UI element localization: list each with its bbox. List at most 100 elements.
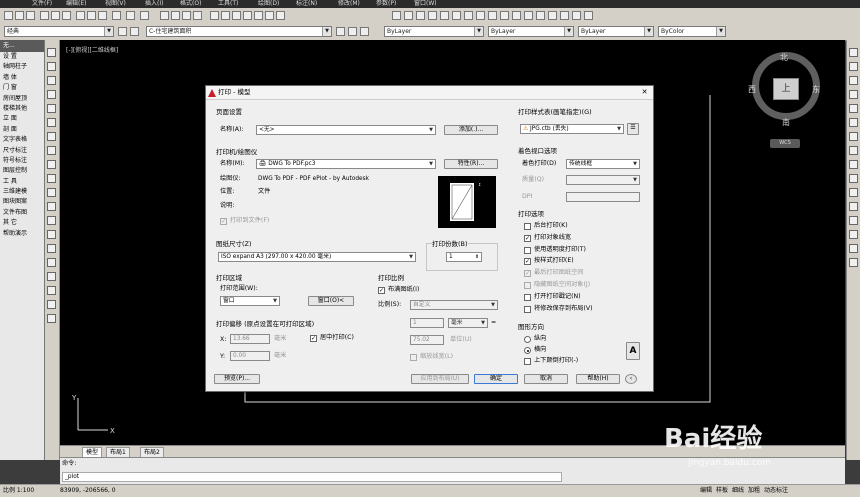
region-icon[interactable] [47, 272, 56, 281]
polyline-icon[interactable] [47, 76, 56, 85]
palette-item-elevation[interactable]: 立 面 [0, 114, 44, 124]
publish-icon[interactable] [62, 11, 71, 20]
palette-item-axis[interactable]: 轴网柱子 [0, 62, 44, 72]
scale-denominator-input[interactable]: 75.02 [410, 335, 444, 345]
plot-option-checkbox[interactable]: ✓ [524, 270, 531, 278]
plot-option-checkbox[interactable] [524, 282, 531, 289]
dim-ordinate-icon[interactable] [428, 11, 437, 20]
quality-select[interactable]: ▼ [566, 175, 640, 185]
zoom-previous-icon[interactable] [193, 11, 202, 20]
dim-aligned-icon[interactable] [404, 11, 413, 20]
plot-option-checkbox[interactable] [524, 293, 531, 301]
properties-icon[interactable] [210, 11, 219, 20]
dim-baseline-icon[interactable] [500, 11, 509, 20]
palette-item-layer-control[interactable]: 图层控制 [0, 166, 44, 176]
dialog-titlebar[interactable]: 打印 - 模型 ✕ [206, 86, 653, 100]
preview-button[interactable]: 预览(P)... [214, 374, 260, 384]
plot-range-select[interactable]: 窗口 ▼ [220, 296, 280, 306]
dim-break-icon[interactable] [536, 11, 545, 20]
ellipse-icon[interactable] [47, 174, 56, 183]
compass-west[interactable]: 西 [748, 84, 756, 95]
palette-item-tools[interactable]: 工 具 [0, 177, 44, 187]
stretch-icon[interactable] [849, 160, 858, 169]
upside-down-checkbox[interactable] [524, 358, 531, 365]
palette-item-other[interactable]: 其 它 [0, 218, 44, 228]
rectangle-icon[interactable] [47, 104, 56, 113]
join-icon[interactable] [849, 216, 858, 225]
menu-view[interactable]: 视图(V) [105, 0, 126, 8]
compass-east[interactable]: 东 [812, 84, 820, 95]
dim-linear-icon[interactable] [392, 11, 401, 20]
dim-jogged-icon[interactable] [452, 11, 461, 20]
menu-insert[interactable]: 插入(I) [145, 0, 163, 8]
viewport-label[interactable]: [-][俯视][二维线框] [66, 45, 118, 54]
preview-icon[interactable] [51, 11, 60, 20]
insert-block-icon[interactable] [47, 202, 56, 211]
palette-item-file-layout[interactable]: 文件布图 [0, 208, 44, 218]
layer-combo[interactable]: C-住宅建筑面积 ▼ [146, 26, 332, 37]
dim-angular-icon[interactable] [476, 11, 485, 20]
viewcube-top[interactable]: 上 [773, 78, 799, 100]
fillet-icon[interactable] [849, 244, 858, 253]
menu-file[interactable]: 文件(F) [32, 0, 52, 8]
shade-plot-select[interactable]: 传统线框 ▼ [566, 159, 640, 169]
offset-y-input[interactable]: 0.00 [230, 351, 270, 361]
move-icon[interactable] [849, 118, 858, 127]
print-to-file-checkbox[interactable]: ✓ [220, 218, 227, 225]
print-icon[interactable] [40, 11, 49, 20]
line-icon[interactable] [47, 48, 56, 57]
mtext-icon[interactable] [47, 300, 56, 309]
palette-item-section[interactable]: 剖 面 [0, 125, 44, 135]
palette-item-block-hatch[interactable]: 图块图案 [0, 197, 44, 207]
status-mode-thin[interactable]: 细线 [732, 485, 744, 497]
collapse-icon[interactable]: ‹ [625, 374, 637, 384]
hatch-icon[interactable] [47, 244, 56, 253]
circle-icon[interactable] [47, 132, 56, 141]
save-icon[interactable] [26, 11, 35, 20]
design-center-icon[interactable] [221, 11, 230, 20]
window-pick-button[interactable]: 窗口(O)< [308, 296, 354, 306]
copies-input[interactable]: 1 ⬍ [446, 252, 482, 262]
copy-icon[interactable] [87, 11, 96, 20]
palette-item-symbol[interactable]: 符号标注 [0, 156, 44, 166]
help-button[interactable]: 帮助(H) [576, 374, 620, 384]
revision-cloud-icon[interactable] [47, 146, 56, 155]
ok-button[interactable]: 确定 [474, 374, 518, 384]
apply-to-layout-button[interactable]: 应用到布局(U) [411, 374, 469, 384]
wcs-menu[interactable]: WCS [770, 139, 800, 148]
array-icon[interactable] [849, 104, 858, 113]
scale-icon[interactable] [849, 146, 858, 155]
add-selected-icon[interactable] [47, 314, 56, 323]
tool-palette-icon[interactable] [232, 11, 241, 20]
trim-icon[interactable] [849, 174, 858, 183]
polygon-icon[interactable] [47, 90, 56, 99]
center-plot-checkbox[interactable]: ✓ [310, 335, 317, 342]
plot-option-checkbox[interactable]: ✓ [524, 234, 531, 242]
fit-to-paper-checkbox[interactable]: ✓ [378, 287, 385, 294]
palette-item-dimension[interactable]: 尺寸标注 [0, 146, 44, 156]
portrait-radio[interactable] [524, 336, 531, 343]
offset-icon[interactable] [849, 90, 858, 99]
rotate-icon[interactable] [849, 132, 858, 141]
menu-modify[interactable]: 修改(M) [338, 0, 360, 8]
scale-numerator-input[interactable]: 1 [410, 318, 444, 328]
palette-item-settings[interactable]: 设 置 [0, 52, 44, 62]
linetype-combo[interactable]: ByLayer ▼ [488, 26, 574, 37]
add-page-setup-button[interactable]: 添加(.)... [444, 125, 498, 135]
offset-x-input[interactable]: 13.66 [230, 334, 270, 344]
compass-north[interactable]: 北 [780, 52, 788, 63]
scale-select[interactable]: 自定义 ▼ [410, 300, 498, 310]
arc-icon[interactable] [47, 118, 56, 127]
status-mode-dyn-dim[interactable]: 动态标注 [764, 485, 788, 497]
palette-item-help[interactable]: 帮助演示 [0, 229, 44, 239]
layer-state-icon[interactable] [130, 27, 139, 36]
redo-icon[interactable] [140, 11, 149, 20]
scale-unit-select[interactable]: 毫米 ▼ [448, 318, 488, 328]
sheet-set-icon[interactable] [243, 11, 252, 20]
cancel-button[interactable]: 取消 [524, 374, 568, 384]
match-properties-icon[interactable] [112, 11, 121, 20]
palette-item-room-roof[interactable]: 房间屋顶 [0, 94, 44, 104]
extend-icon[interactable] [849, 188, 858, 197]
palette-item-door-window[interactable]: 门 窗 [0, 83, 44, 93]
menu-tools[interactable]: 工具(T) [218, 0, 238, 8]
